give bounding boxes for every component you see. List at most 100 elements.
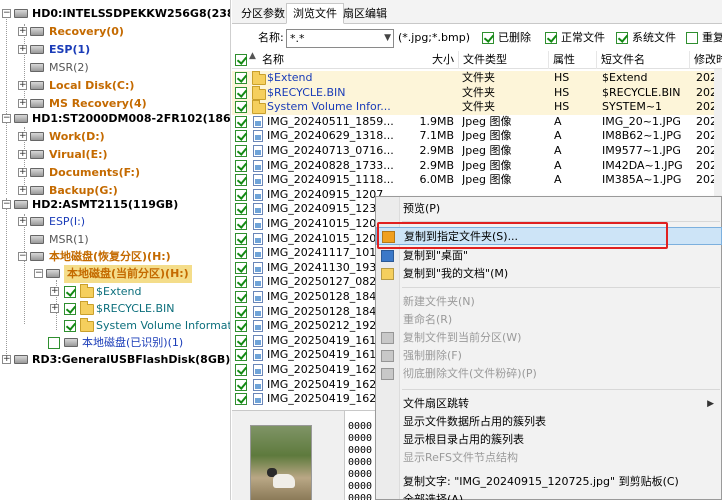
- row-checkbox[interactable]: [235, 86, 247, 99]
- file-name: IMG_20240828_1733...: [267, 158, 394, 172]
- row-checkbox[interactable]: [235, 305, 247, 318]
- duplicate-checkbox[interactable]: [686, 32, 698, 44]
- chevron-down-icon[interactable]: ▼: [384, 30, 391, 47]
- menu-item-14[interactable]: 全部选择(A): [376, 491, 722, 500]
- file-row[interactable]: IMG_20240828_1733... 2.9MB Jpeg 图像 A IM42DA~…: [232, 159, 722, 174]
- tree-checkbox[interactable]: [64, 286, 76, 298]
- row-checkbox[interactable]: [235, 291, 247, 303]
- menu-item-11[interactable]: 显示根目录占用的簇列表: [376, 431, 722, 449]
- folder-row[interactable]: $RECYCLE.BIN文件夹HS$RECYCLE.BIN2026-: [232, 85, 722, 101]
- row-checkbox[interactable]: [235, 130, 247, 143]
- tree-label: 本地磁盘(已识别)(1): [82, 336, 184, 349]
- col-mtime[interactable]: 修改时间: [689, 51, 722, 69]
- tree-item-extend[interactable]: + $Extend: [50, 283, 230, 301]
- row-checkbox[interactable]: [235, 115, 247, 128]
- row-checkbox[interactable]: [235, 320, 247, 333]
- menu-item-2[interactable]: 复制到"桌面": [376, 247, 722, 265]
- file-name: IMG_20240629_1318...: [267, 129, 394, 143]
- menu-item-label: 显示根目录占用的簇列表: [403, 433, 524, 446]
- normal-files-checkbox[interactable]: [545, 32, 557, 44]
- row-checkbox[interactable]: [235, 334, 247, 347]
- file-row[interactable]: IMG_20240511_1859... 1.9MB Jpeg 图像 A IMG_20~…: [232, 115, 722, 130]
- expand-icon[interactable]: +: [18, 45, 27, 54]
- expand-icon[interactable]: +: [18, 27, 27, 36]
- row-checkbox[interactable]: [235, 101, 247, 114]
- expand-icon[interactable]: +: [18, 150, 27, 159]
- partition-icon: [30, 27, 44, 36]
- tree-item-system-volume[interactable]: System Volume Informatic: [50, 317, 230, 335]
- row-checkbox[interactable]: [235, 232, 247, 245]
- row-checkbox[interactable]: [235, 261, 247, 274]
- menu-item-13[interactable]: 复制文字: "IMG_20240915_120725.jpg" 到剪贴板(C): [376, 473, 722, 491]
- system-files-checkbox[interactable]: [616, 32, 628, 44]
- expand-icon[interactable]: +: [18, 217, 27, 226]
- expand-icon[interactable]: +: [50, 304, 59, 313]
- row-checkbox[interactable]: [235, 378, 247, 391]
- file-row[interactable]: IMG_20240713_0716... 2.9MB Jpeg 图像 A IM9577~…: [232, 144, 722, 159]
- row-checkbox[interactable]: [235, 159, 247, 172]
- tree-checkbox[interactable]: [64, 303, 76, 315]
- deleted-checkbox[interactable]: [482, 32, 494, 44]
- tree-label: Local Disk(C:): [49, 79, 135, 92]
- menu-item-3[interactable]: 复制到"我的文档"(M): [376, 265, 722, 283]
- tree-checkbox[interactable]: [48, 337, 60, 349]
- folder-row[interactable]: $Extend文件夹HS$Extend2026-: [232, 71, 722, 86]
- collapse-icon[interactable]: −: [34, 269, 43, 278]
- tree-label: System Volume Informatic: [96, 319, 230, 332]
- file-row[interactable]: IMG_20240629_1318... 7.1MB Jpeg 图像 A IM8B62~…: [232, 129, 722, 144]
- row-checkbox[interactable]: [235, 218, 247, 230]
- menu-item-9[interactable]: 文件扇区跳转 ▶: [376, 395, 722, 413]
- name-filter-combo[interactable]: *.* ▼: [286, 29, 394, 48]
- usb-disk-icon: [14, 355, 28, 364]
- collapse-icon[interactable]: −: [18, 252, 27, 261]
- folder-icon: [252, 71, 266, 85]
- col-attr[interactable]: 属性: [548, 51, 596, 69]
- folder-icon: [80, 301, 94, 315]
- row-checkbox[interactable]: [235, 72, 247, 84]
- row-checkbox[interactable]: [235, 364, 247, 376]
- menu-item-10[interactable]: 显示文件数据所占用的簇列表: [376, 413, 722, 431]
- force-delete-icon: [381, 350, 394, 362]
- col-short-name[interactable]: 短文件名: [596, 51, 689, 69]
- expand-icon[interactable]: +: [18, 168, 27, 177]
- app-window: − HD0:INTELSSDPEKKW256G8(238GB) + Recove…: [0, 0, 722, 500]
- expand-icon[interactable]: +: [2, 355, 11, 364]
- menu-item-label: 复制到"桌面": [403, 249, 469, 262]
- tree-label: ESP(I:): [49, 215, 86, 228]
- expand-icon[interactable]: +: [18, 186, 27, 195]
- row-checkbox[interactable]: [235, 247, 247, 260]
- row-checkbox[interactable]: [235, 276, 247, 289]
- menu-item-label: 彻底删除文件(文件粉碎)(P): [403, 367, 537, 380]
- collapse-icon[interactable]: −: [2, 9, 11, 18]
- tree-checkbox[interactable]: [64, 320, 76, 332]
- image-file-icon: [253, 159, 263, 172]
- col-name[interactable]: 名称: [258, 51, 428, 69]
- col-type[interactable]: 文件类型: [458, 51, 548, 69]
- image-file-icon: [253, 188, 263, 201]
- menu-item-label: 文件扇区跳转: [403, 397, 469, 410]
- documents-folder-icon: [381, 268, 394, 280]
- menu-item-0[interactable]: 预览(P): [376, 200, 722, 218]
- file-type: Jpeg 图像: [462, 129, 512, 143]
- folder-row[interactable]: System Volume Infor...文件夹HSSYSTEM~12026-: [232, 100, 722, 115]
- row-checkbox[interactable]: [235, 203, 247, 216]
- collapse-icon[interactable]: −: [2, 114, 11, 123]
- row-checkbox[interactable]: [235, 145, 247, 157]
- tab-partition-params[interactable]: 分区参数: [234, 3, 292, 24]
- expand-icon[interactable]: +: [50, 287, 59, 296]
- expand-icon[interactable]: +: [18, 81, 27, 90]
- expand-icon[interactable]: +: [18, 132, 27, 141]
- row-checkbox[interactable]: [235, 393, 247, 406]
- tab-sector-edit[interactable]: 扇区编辑: [336, 3, 394, 24]
- expand-icon[interactable]: +: [18, 99, 27, 108]
- row-checkbox[interactable]: [235, 174, 247, 187]
- submenu-arrow-icon: ▶: [707, 399, 714, 409]
- file-row[interactable]: IMG_20240915_1118... 6.0MB Jpeg 图像 A IM385A~…: [232, 173, 722, 188]
- collapse-icon[interactable]: −: [2, 200, 11, 209]
- tree-label: HD2:ASMT2115(119GB): [32, 198, 179, 211]
- select-all-checkbox[interactable]: [235, 54, 247, 66]
- col-size[interactable]: 大小: [428, 51, 458, 69]
- row-checkbox[interactable]: [235, 349, 247, 362]
- tree-item-recycle-bin[interactable]: + $RECYCLE.BIN: [50, 300, 230, 318]
- row-checkbox[interactable]: [235, 188, 247, 201]
